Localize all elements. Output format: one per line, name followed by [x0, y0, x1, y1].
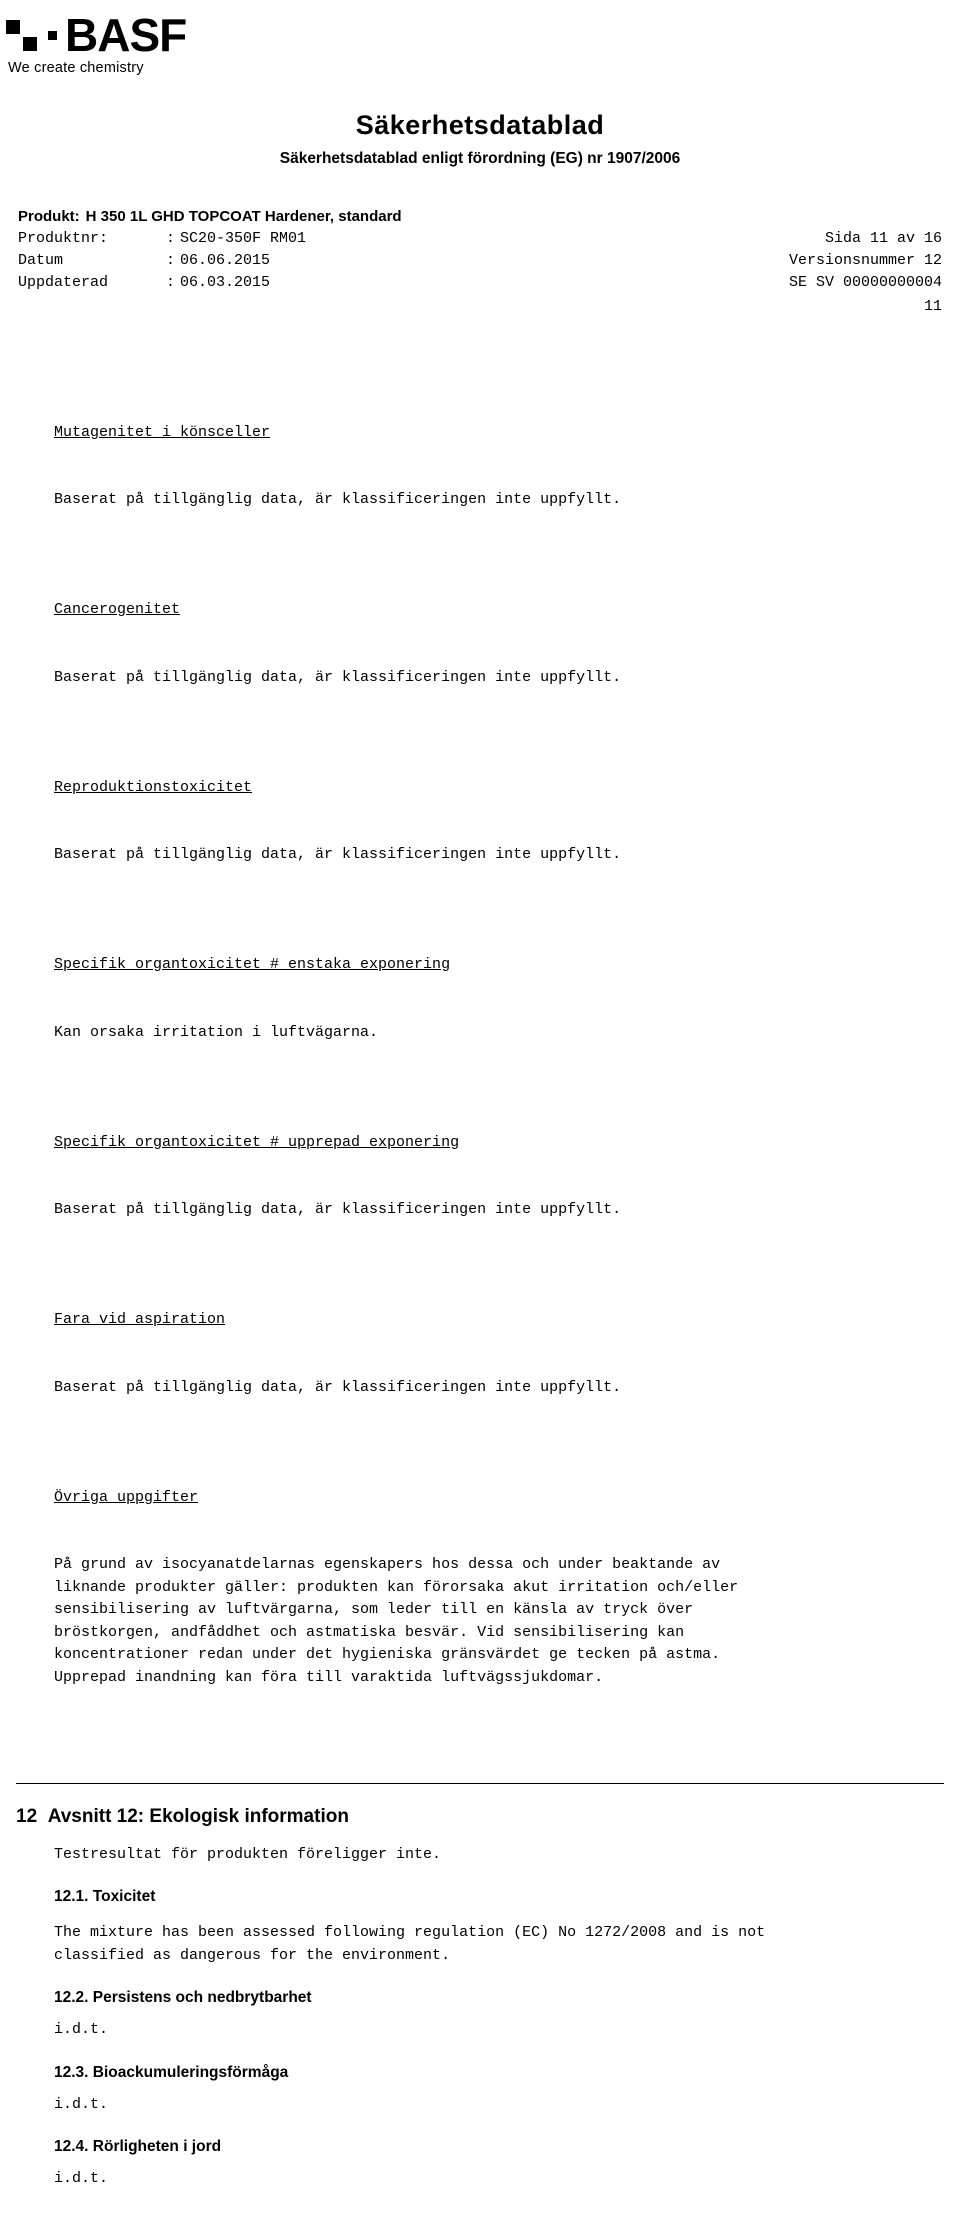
meta-version: Versionsnummer 12 [788, 252, 942, 269]
meta-product-label: Produkt: [18, 208, 80, 225]
section-12-heading: 12 Avsnitt 12: Ekologisk information [16, 1806, 960, 1828]
basf-wordmark: BASF [65, 9, 187, 61]
subsection-12-4-heading: 12.4. Rörligheten i jord [54, 2138, 222, 2155]
section-12-intro: Testresultat för produkten föreligger in… [54, 1845, 442, 1863]
meta-page-indicator: Sida 11 av 16 [824, 230, 942, 247]
basf-tagline: We create chemistry [8, 60, 144, 76]
meta-product-value: H 350 1L GHD TOPCOAT Hardener, standard [85, 208, 402, 225]
subheading-mutagenitet: Mutagenitet i könsceller [54, 423, 271, 441]
subheading-organtoxicitet-enstaka: Specifik organtoxicitet # enstaka expone… [54, 956, 451, 973]
paragraph-organtoxicitet-enstaka: Kan orsaka irritation i luftvägarna. [54, 1023, 379, 1041]
meta-value: SC20-350F RM01 [180, 230, 307, 247]
subsection-12-3-heading: 12.3. Bioackumuleringsförmåga [54, 2063, 289, 2081]
subsection-12-3-text: i.d.t. [54, 2095, 109, 2113]
subheading-ovriga-uppgifter: Övriga uppgifter [54, 1488, 199, 1506]
subsection-12-1-text: The mixture has been assessed following … [54, 1924, 766, 1964]
meta-key: Datum [18, 252, 64, 269]
toxicology-content: Mutagenitet i könsceller Baserat på till… [54, 354, 906, 1757]
paragraph-reproduktionstoxicitet: Baserat på tillgänglig data, är klassifi… [54, 846, 622, 863]
paragraph-cancerogenitet: Baserat på tillgänglig data, är klassifi… [54, 668, 622, 686]
subsection-12-2-heading: 12.2. Persistens och nedbrytbarhet [54, 1989, 312, 2006]
section-12-title: Avsnitt 12: Ekologisk information [47, 1805, 349, 1827]
section-12-number: 12 [16, 1805, 38, 1827]
meta-key: Produktnr: [18, 230, 109, 247]
paragraph-ovriga-uppgifter: På grund av isocyanatdelarnas egenskaper… [54, 1556, 739, 1686]
meta-value: 06.06.2015 [180, 252, 271, 269]
subheading-fara-vid-aspiration: Fara vid aspiration [54, 1311, 226, 1328]
document-title-block: Säkerhetsdatablad Säkerhetsdatablad enli… [0, 110, 960, 168]
paragraph-fara-vid-aspiration: Baserat på tillgänglig data, är klassifi… [54, 1378, 622, 1396]
meta-key: Uppdaterad [18, 274, 109, 291]
meta-row: Produktnr: : SC20-350F RM01 Sida 11 av 1… [18, 228, 942, 250]
meta-value: 06.03.2015 [180, 274, 271, 291]
meta-locale-code: SE SV 00000000004 [788, 274, 942, 291]
basf-dot-icon [48, 30, 57, 40]
meta-separator: : [166, 274, 176, 291]
subheading-reproduktionstoxicitet: Reproduktionstoxicitet [54, 778, 253, 796]
section-divider [16, 1782, 944, 1784]
basf-logo: BASF We create chemistry [0, 0, 960, 76]
document-meta: Produkt: H 350 1L GHD TOPCOAT Hardener, … [18, 206, 942, 318]
page-title: Säkerhetsdatablad [355, 110, 605, 140]
subsection-12-2-text: i.d.t. [54, 2021, 109, 2038]
meta-page-number: 11 [923, 298, 942, 315]
subheading-cancerogenitet: Cancerogenitet [54, 601, 181, 618]
paragraph-mutagenitet: Baserat på tillgänglig data, är klassifi… [54, 491, 622, 508]
meta-row: Uppdaterad : 06.03.2015 SE SV 0000000000… [18, 272, 942, 294]
sds-page: BASF We create chemistry Säkerhetsdatabl… [0, 0, 960, 2221]
basf-squares-icon [6, 19, 37, 51]
meta-row: Datum : 06.06.2015 Versionsnummer 12 [18, 250, 942, 272]
meta-separator: : [166, 252, 176, 269]
paragraph-organtoxicitet-upprepad: Baserat på tillgänglig data, är klassifi… [54, 1201, 622, 1218]
subsection-12-4-text: i.d.t. [54, 2170, 109, 2187]
meta-separator: : [166, 230, 176, 247]
subheading-organtoxicitet-upprepad: Specifik organtoxicitet # upprepad expon… [54, 1133, 460, 1151]
meta-product-row: Produkt: H 350 1L GHD TOPCOAT Hardener, … [18, 206, 942, 228]
subsection-12-1-heading: 12.1. Toxicitet [54, 1888, 156, 1905]
page-bottom-spacer [0, 2191, 960, 2221]
page-subtitle: Säkerhetsdatablad enligt förordning (EG)… [279, 150, 681, 167]
